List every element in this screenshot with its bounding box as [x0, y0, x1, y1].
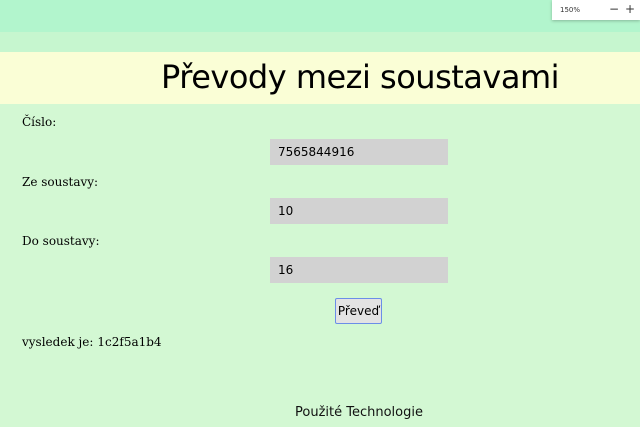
header-stripe	[0, 32, 640, 52]
number-label: Číslo:	[22, 115, 57, 129]
zoom-popup: 150% − +	[552, 0, 640, 20]
page-title: Převody mezi soustavami	[161, 58, 560, 96]
zoom-level: 150%	[560, 6, 581, 14]
result-value: 1c2f5a1b4	[97, 335, 162, 349]
zoom-in-button[interactable]: +	[624, 2, 636, 16]
convert-button[interactable]: Převeď	[335, 298, 382, 324]
result-text: vysledek je: 1c2f5a1b4	[22, 335, 166, 349]
to-base-input[interactable]	[270, 257, 448, 283]
zoom-out-button[interactable]: −	[608, 2, 620, 16]
to-base-label: Do soustavy:	[22, 234, 100, 248]
footer-heading: Použité Technologie	[295, 405, 423, 420]
result-label: vysledek je:	[22, 335, 94, 349]
from-base-label: Ze soustavy:	[22, 175, 99, 189]
top-banner	[0, 0, 640, 32]
number-input[interactable]	[270, 139, 448, 165]
from-base-input[interactable]	[270, 198, 448, 224]
